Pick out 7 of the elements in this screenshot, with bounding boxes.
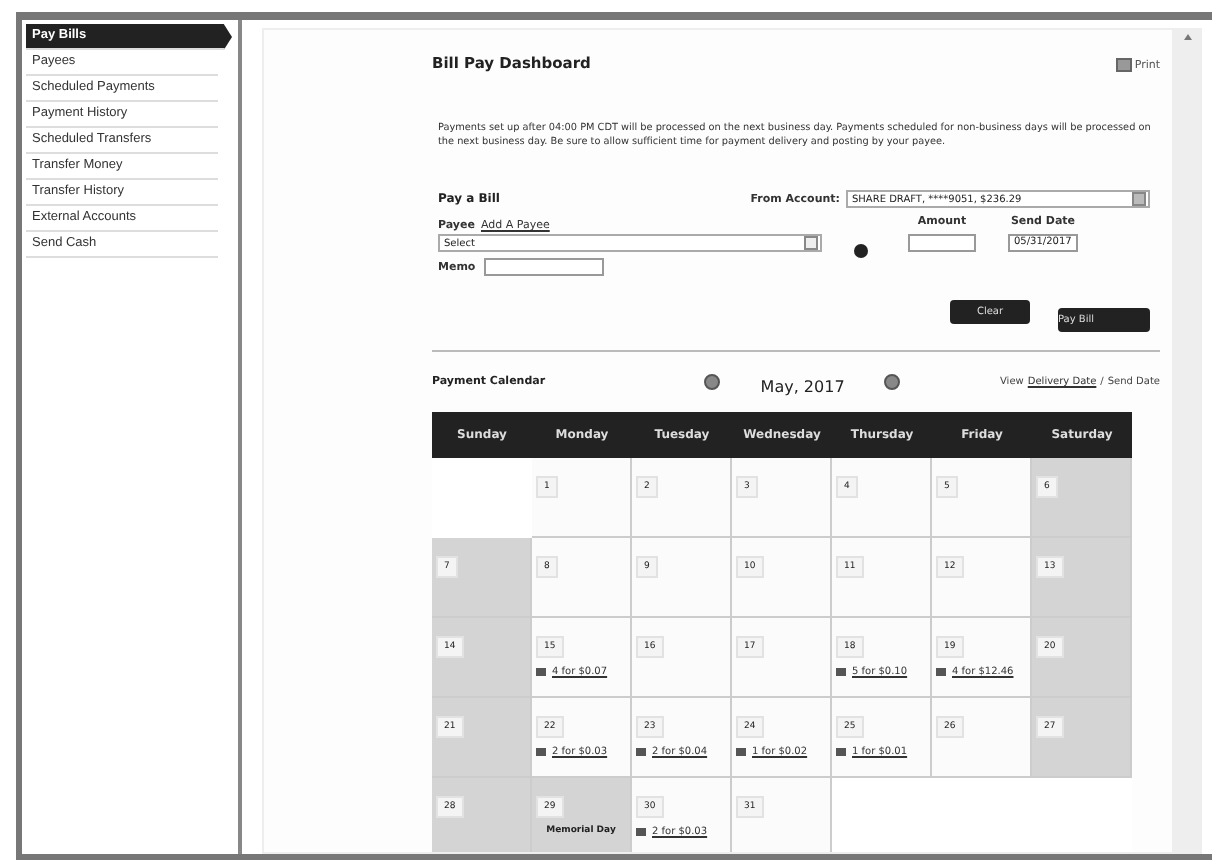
next-month-button[interactable] — [884, 374, 901, 390]
memo-field[interactable] — [483, 258, 604, 276]
scroll-up-icon[interactable] — [1184, 34, 1192, 40]
month-label: May, 2017 — [760, 377, 845, 395]
amount-field[interactable] — [908, 234, 976, 252]
scrollbar[interactable] — [1174, 28, 1202, 854]
previous-month-button[interactable] — [704, 374, 721, 390]
